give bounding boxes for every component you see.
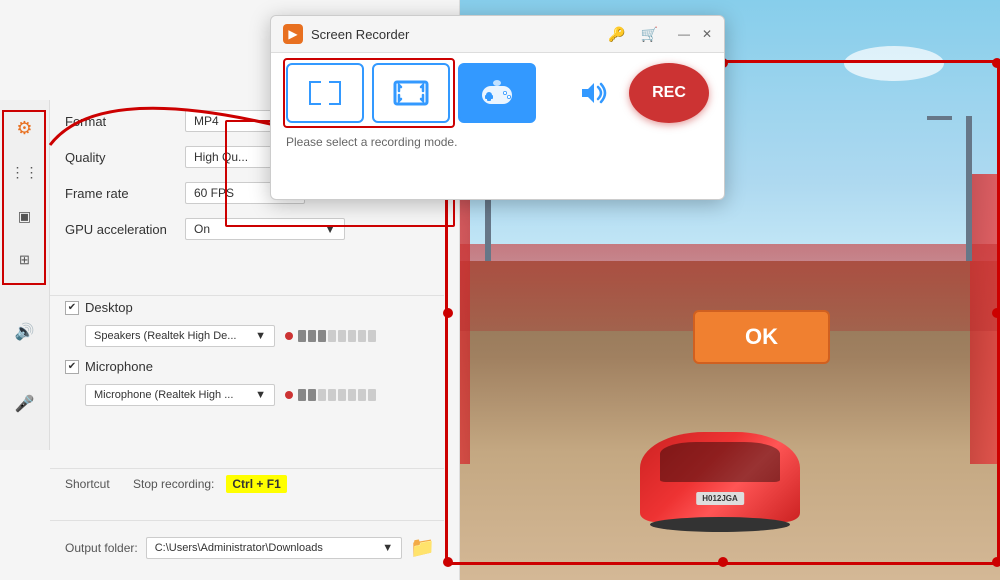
output-path-input[interactable]: C:\Users\Administrator\Downloads ▼ xyxy=(146,537,402,559)
framerate-label: Frame rate xyxy=(65,186,185,201)
rec-button[interactable]: REC xyxy=(629,63,709,123)
divider-3 xyxy=(50,520,444,521)
output-label: Output folder: xyxy=(65,541,138,555)
popup-title-left: ▶ Screen Recorder xyxy=(283,24,409,44)
desktop-dropdown[interactable]: Speakers (Realtek High De... ▼ xyxy=(85,325,275,347)
volume-dot xyxy=(285,332,293,340)
sidebar-icon-gpu[interactable]: ⊞ xyxy=(7,242,43,278)
microphone-row: ✔ Microphone xyxy=(65,359,435,374)
mic-vol-seg-7 xyxy=(358,389,366,401)
vol-seg-4 xyxy=(328,330,336,342)
chevron-down-icon: ▼ xyxy=(324,222,336,236)
microphone-device-row: Microphone (Realtek High ... ▼ xyxy=(85,384,435,406)
microphone-device-label: Microphone (Realtek High ... xyxy=(94,389,233,401)
divider-1 xyxy=(50,295,444,296)
desktop-audio-row: ✔ Desktop xyxy=(65,300,435,315)
vol-seg-6 xyxy=(348,330,356,342)
sidebar-icon-layers[interactable]: ⋮⋮ xyxy=(7,154,43,190)
vol-seg-2 xyxy=(308,330,316,342)
popup-title: Screen Recorder xyxy=(311,27,409,42)
shortcut-key: Ctrl + F1 xyxy=(226,475,286,493)
mic-vol-seg-6 xyxy=(348,389,356,401)
mic-vol-seg-1 xyxy=(298,389,306,401)
output-path-text: C:\Users\Administrator\Downloads xyxy=(155,542,323,554)
vol-seg-1 xyxy=(298,330,306,342)
app-icon: ▶ xyxy=(283,24,303,44)
audio-section: ✔ Desktop Speakers (Realtek High De... ▼ xyxy=(50,300,450,418)
popup-win-controls: — ✕ xyxy=(678,27,712,41)
sidebar-icon-frame[interactable]: ▣ xyxy=(7,198,43,234)
gpu-row: GPU acceleration On ▼ xyxy=(65,218,435,240)
quality-label: Quality xyxy=(65,150,185,165)
volume-bar xyxy=(298,330,376,342)
popup-toolbar: REC xyxy=(271,53,724,133)
mode-custom-button[interactable] xyxy=(286,63,364,123)
output-section: Output folder: C:\Users\Administrator\Do… xyxy=(50,535,450,560)
desktop-device-row: Speakers (Realtek High De... ▼ xyxy=(85,325,435,347)
volume-dot-mic xyxy=(285,391,293,399)
vol-seg-7 xyxy=(358,330,366,342)
microphone-checkbox[interactable]: ✔ xyxy=(65,360,79,374)
divider-2 xyxy=(50,468,444,469)
popup-titlebar: ▶ Screen Recorder 🔑 🛒 — ✕ xyxy=(271,16,724,53)
chevron-down-icon: ▼ xyxy=(382,542,393,554)
sidebar: ⚙ ⋮⋮ ▣ ⊞ 🔊 🎤 xyxy=(0,100,50,450)
mic-vol-seg-3 xyxy=(318,389,326,401)
key-icon[interactable]: 🔑 xyxy=(608,26,625,43)
shortcut-label: Shortcut xyxy=(65,477,125,491)
sidebar-icon-settings[interactable]: ⚙ xyxy=(7,110,43,146)
ok-button[interactable]: OK xyxy=(693,310,830,364)
mode-game-button[interactable] xyxy=(458,63,536,123)
mic-vol-seg-5 xyxy=(338,389,346,401)
desktop-volume-slider[interactable] xyxy=(285,330,376,342)
gpu-label: GPU acceleration xyxy=(65,222,185,237)
popup-title-icons: 🔑 🛒 xyxy=(608,26,658,43)
sidebar-icon-speaker[interactable]: 🔊 xyxy=(7,314,43,350)
sidebar-icon-mic[interactable]: 🎤 xyxy=(7,386,43,422)
vol-seg-8 xyxy=(368,330,376,342)
volume-bar-mic xyxy=(298,389,376,401)
microphone-label: Microphone xyxy=(85,359,153,374)
desktop-checkbox[interactable]: ✔ xyxy=(65,301,79,315)
mic-vol-seg-4 xyxy=(328,389,336,401)
mic-vol-seg-8 xyxy=(368,389,376,401)
gpu-value: On ▼ xyxy=(185,218,435,240)
microphone-dropdown[interactable]: Microphone (Realtek High ... ▼ xyxy=(85,384,275,406)
recorder-popup: ▶ Screen Recorder 🔑 🛒 — ✕ xyxy=(270,15,725,200)
vol-seg-3 xyxy=(318,330,326,342)
folder-icon[interactable]: 📁 xyxy=(410,535,435,560)
mic-vol-seg-2 xyxy=(308,389,316,401)
audio-toggle-button[interactable] xyxy=(566,63,621,123)
popup-hint: Please select a recording mode. xyxy=(271,133,724,159)
close-button[interactable]: ✕ xyxy=(702,27,712,41)
chevron-down-icon: ▼ xyxy=(255,330,266,342)
mode-fullscreen-button[interactable] xyxy=(372,63,450,123)
chevron-down-icon: ▼ xyxy=(255,389,266,401)
vol-seg-5 xyxy=(338,330,346,342)
format-label: Format xyxy=(65,114,185,129)
gpu-select[interactable]: On ▼ xyxy=(185,218,345,240)
shortcut-stop-label: Stop recording: xyxy=(133,477,214,491)
desktop-device-label: Speakers (Realtek High De... xyxy=(94,330,236,342)
shortcut-section: Shortcut Stop recording: Ctrl + F1 xyxy=(50,475,450,493)
desktop-label: Desktop xyxy=(85,300,133,315)
minimize-button[interactable]: — xyxy=(678,27,690,41)
cart-icon[interactable]: 🛒 xyxy=(641,26,658,43)
game-car xyxy=(640,432,800,522)
microphone-volume-slider[interactable] xyxy=(285,389,376,401)
